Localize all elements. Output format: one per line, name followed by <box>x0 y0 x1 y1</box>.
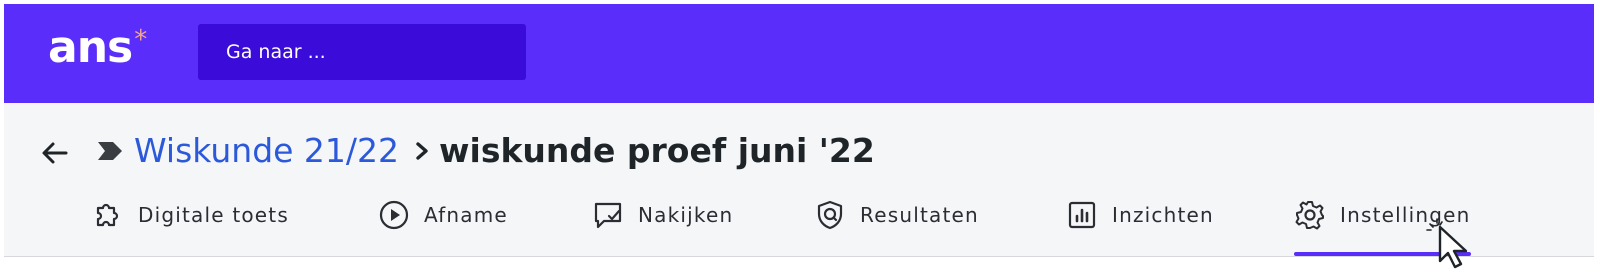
back-arrow-icon[interactable] <box>38 136 72 170</box>
puzzle-icon <box>96 203 119 227</box>
logo-star: * <box>134 25 147 55</box>
tab-label: Afname <box>424 203 508 227</box>
breadcrumb: Wiskunde 21/22 wiskunde proef juni '22 <box>96 131 875 170</box>
tab-digitale-toets[interactable]: Digitale toets <box>92 195 289 235</box>
tab-label: Nakijken <box>638 203 734 227</box>
mouse-cursor-icon <box>1426 218 1468 269</box>
chat-check-icon <box>594 202 622 229</box>
top-bar: ans* Ga naar ... <box>4 4 1594 103</box>
play-circle-icon <box>379 200 409 230</box>
search-placeholder: Ga naar ... <box>226 41 326 63</box>
tab-bar: Digitale toets Afname Nakijken Resultate… <box>4 195 1594 256</box>
page-header: Wiskunde 21/22 wiskunde proef juni '22 D… <box>4 103 1594 257</box>
shield-icon <box>817 200 843 230</box>
tab-inzichten[interactable]: Inzichten <box>1066 195 1214 235</box>
folder-tag-icon <box>98 141 122 160</box>
tab-nakijken[interactable]: Nakijken <box>592 195 733 235</box>
breadcrumb-parent-link[interactable]: Wiskunde 21/22 <box>134 131 399 170</box>
tab-label: Resultaten <box>860 203 979 227</box>
logo[interactable]: ans* <box>48 22 147 73</box>
tab-resultaten[interactable]: Resultaten <box>814 195 979 235</box>
tab-label: Digitale toets <box>138 203 289 227</box>
app-frame: ans* Ga naar ... Wiskunde 21/22 wiskunde… <box>4 4 1594 257</box>
breadcrumb-current: wiskunde proef juni '22 <box>439 131 875 170</box>
search-input[interactable]: Ga naar ... <box>198 24 526 80</box>
chevron-right-icon <box>416 141 428 160</box>
bar-chart-icon <box>1068 201 1096 229</box>
tab-afname[interactable]: Afname <box>378 195 508 235</box>
gear-icon <box>1295 201 1324 230</box>
logo-text: ans <box>48 22 133 73</box>
tab-label: Inzichten <box>1112 203 1214 227</box>
